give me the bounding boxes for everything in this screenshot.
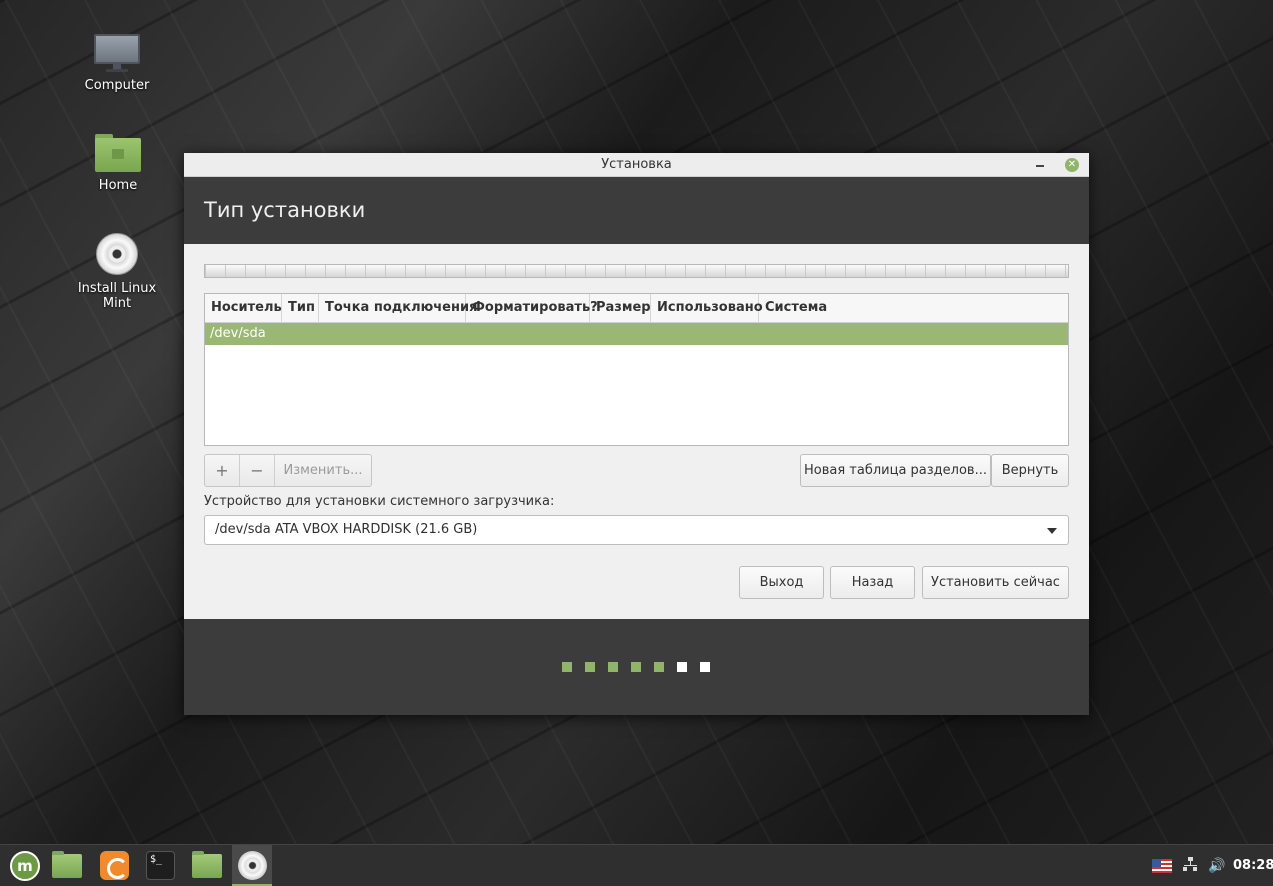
progress-step-pending bbox=[677, 662, 687, 672]
column-header-used[interactable]: Использовано bbox=[651, 294, 763, 322]
progress-step-done bbox=[631, 662, 641, 672]
close-icon[interactable]: ✕ bbox=[1065, 158, 1079, 172]
bootloader-device-select[interactable]: /dev/sda ATA VBOX HARDDISK (21.6 GB) bbox=[204, 515, 1069, 545]
desktop-icon-computer[interactable]: Computer bbox=[62, 34, 172, 93]
desktop-icon-home[interactable]: Home bbox=[63, 134, 173, 193]
progress-steps bbox=[562, 662, 710, 672]
files-launcher[interactable] bbox=[186, 845, 226, 886]
column-header-mountpoint[interactable]: Точка подключения bbox=[319, 294, 477, 322]
partition-bar bbox=[204, 264, 1069, 278]
firefox-icon bbox=[100, 851, 129, 880]
disc-icon bbox=[96, 233, 138, 275]
installer-disc-icon bbox=[238, 851, 267, 880]
window-footer bbox=[184, 619, 1089, 715]
terminal-icon: $_ bbox=[146, 851, 175, 880]
progress-step-pending bbox=[700, 662, 710, 672]
progress-step-done bbox=[608, 662, 618, 672]
new-partition-table-button[interactable]: Новая таблица разделов... bbox=[800, 454, 991, 487]
revert-button[interactable]: Вернуть bbox=[991, 454, 1069, 487]
partition-edit-buttons: + − Изменить... bbox=[204, 454, 372, 487]
desktop-icon-install[interactable]: Install Linux Mint bbox=[62, 233, 172, 311]
us-flag-icon[interactable] bbox=[1152, 859, 1172, 873]
taskbar: m $_ 🔊 08:28 bbox=[0, 844, 1273, 886]
change-partition-button[interactable]: Изменить... bbox=[275, 455, 371, 486]
progress-step-done bbox=[585, 662, 595, 672]
desktop-icon-label: Home bbox=[98, 178, 138, 193]
menu-button[interactable]: m bbox=[2, 845, 42, 886]
terminal-launcher[interactable]: $_ bbox=[140, 845, 180, 886]
page-title: Тип установки bbox=[184, 177, 1089, 244]
column-header-size[interactable]: Размер bbox=[590, 294, 651, 322]
partition-table[interactable]: Носитель Тип Точка подключения Форматиро… bbox=[204, 293, 1069, 446]
progress-step-done bbox=[654, 662, 664, 672]
install-now-button[interactable]: Установить сейчас bbox=[922, 566, 1069, 599]
minimize-icon[interactable] bbox=[1033, 153, 1049, 177]
quit-button[interactable]: Выход bbox=[739, 566, 824, 599]
firefox-launcher[interactable] bbox=[94, 845, 134, 886]
back-button[interactable]: Назад bbox=[830, 566, 915, 599]
remove-partition-button[interactable]: − bbox=[240, 455, 275, 486]
add-partition-button[interactable]: + bbox=[205, 455, 240, 486]
desktop-icon-label: Install Linux Mint bbox=[77, 281, 157, 311]
row-device: /dev/sda bbox=[210, 326, 266, 341]
progress-step-done bbox=[562, 662, 572, 672]
clock[interactable]: 08:28 bbox=[1233, 845, 1273, 886]
content-area: Носитель Тип Точка подключения Форматиро… bbox=[184, 244, 1089, 619]
bootloader-selected-value: /dev/sda ATA VBOX HARDDISK (21.6 GB) bbox=[215, 522, 478, 537]
home-folder-icon bbox=[95, 134, 141, 172]
table-row[interactable]: /dev/sda bbox=[205, 323, 1068, 345]
window-title: Установка bbox=[601, 157, 672, 172]
installer-taskbar-item[interactable] bbox=[232, 845, 272, 886]
show-desktop-button[interactable] bbox=[46, 845, 86, 886]
column-header-device[interactable]: Носитель bbox=[205, 294, 282, 322]
volume-icon[interactable]: 🔊 bbox=[1208, 858, 1225, 874]
bootloader-label: Устройство для установки системного загр… bbox=[204, 494, 555, 509]
files-icon bbox=[192, 851, 222, 878]
show-desktop-icon bbox=[52, 851, 82, 878]
column-header-system[interactable]: Система bbox=[759, 294, 1068, 322]
column-header-type[interactable]: Тип bbox=[282, 294, 319, 322]
chevron-down-icon bbox=[1047, 528, 1057, 534]
table-header: Носитель Тип Точка подключения Форматиро… bbox=[205, 294, 1068, 323]
desktop-icon-label: Computer bbox=[84, 78, 150, 93]
window-titlebar[interactable]: Установка ✕ bbox=[184, 153, 1089, 177]
mint-menu-icon: m bbox=[10, 851, 40, 881]
installer-window: Установка ✕ Тип установки Носитель Тип Т… bbox=[184, 153, 1089, 715]
network-icon[interactable] bbox=[1182, 857, 1198, 873]
column-header-format[interactable]: Форматировать? bbox=[466, 294, 598, 322]
computer-icon bbox=[94, 34, 140, 72]
